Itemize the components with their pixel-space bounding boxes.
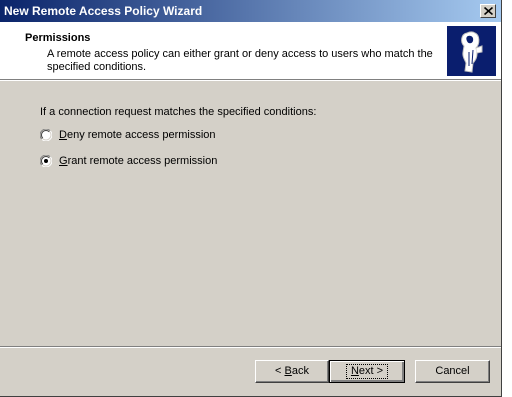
next-mnemonic: N xyxy=(350,365,359,377)
page-title: Permissions xyxy=(25,32,91,44)
cancel-label: Cancel xyxy=(435,365,470,377)
back-button[interactable]: < Back xyxy=(255,360,329,383)
wizard-dialog: New Remote Access Policy Wizard Permissi… xyxy=(0,0,502,397)
title-bar[interactable]: New Remote Access Policy Wizard xyxy=(0,0,501,22)
cancel-button[interactable]: Cancel xyxy=(415,360,490,383)
deny-mnemonic: D xyxy=(59,129,67,141)
close-button[interactable] xyxy=(480,4,496,18)
condition-prompt: If a connection request matches the spec… xyxy=(40,106,317,118)
header-separator xyxy=(0,79,501,81)
back-mnemonic: B xyxy=(284,365,292,377)
deny-radio-button[interactable] xyxy=(40,129,52,141)
grant-radio-button[interactable] xyxy=(40,155,52,167)
footer-separator xyxy=(0,346,501,348)
grant-option-label[interactable]: Grant remote access permission xyxy=(59,155,217,167)
wizard-header: Permissions A remote access policy can e… xyxy=(0,22,501,79)
deny-option-label[interactable]: Deny remote access permission xyxy=(59,129,216,141)
page-description: A remote access policy can either grant … xyxy=(47,48,433,73)
back-prefix: < xyxy=(275,365,285,377)
close-icon xyxy=(484,7,493,15)
grant-label-text: rant remote access permission xyxy=(67,155,218,167)
next-label-text: ext > xyxy=(358,365,384,377)
wizard-permissions-icon xyxy=(447,26,496,76)
back-label-text: ack xyxy=(291,365,309,377)
window-title: New Remote Access Policy Wizard xyxy=(4,4,203,18)
deny-label-text: eny remote access permission xyxy=(66,129,216,141)
next-button[interactable]: Next > xyxy=(329,360,405,383)
next-focus-rect: Next > xyxy=(345,364,389,379)
grant-mnemonic: G xyxy=(59,155,68,167)
